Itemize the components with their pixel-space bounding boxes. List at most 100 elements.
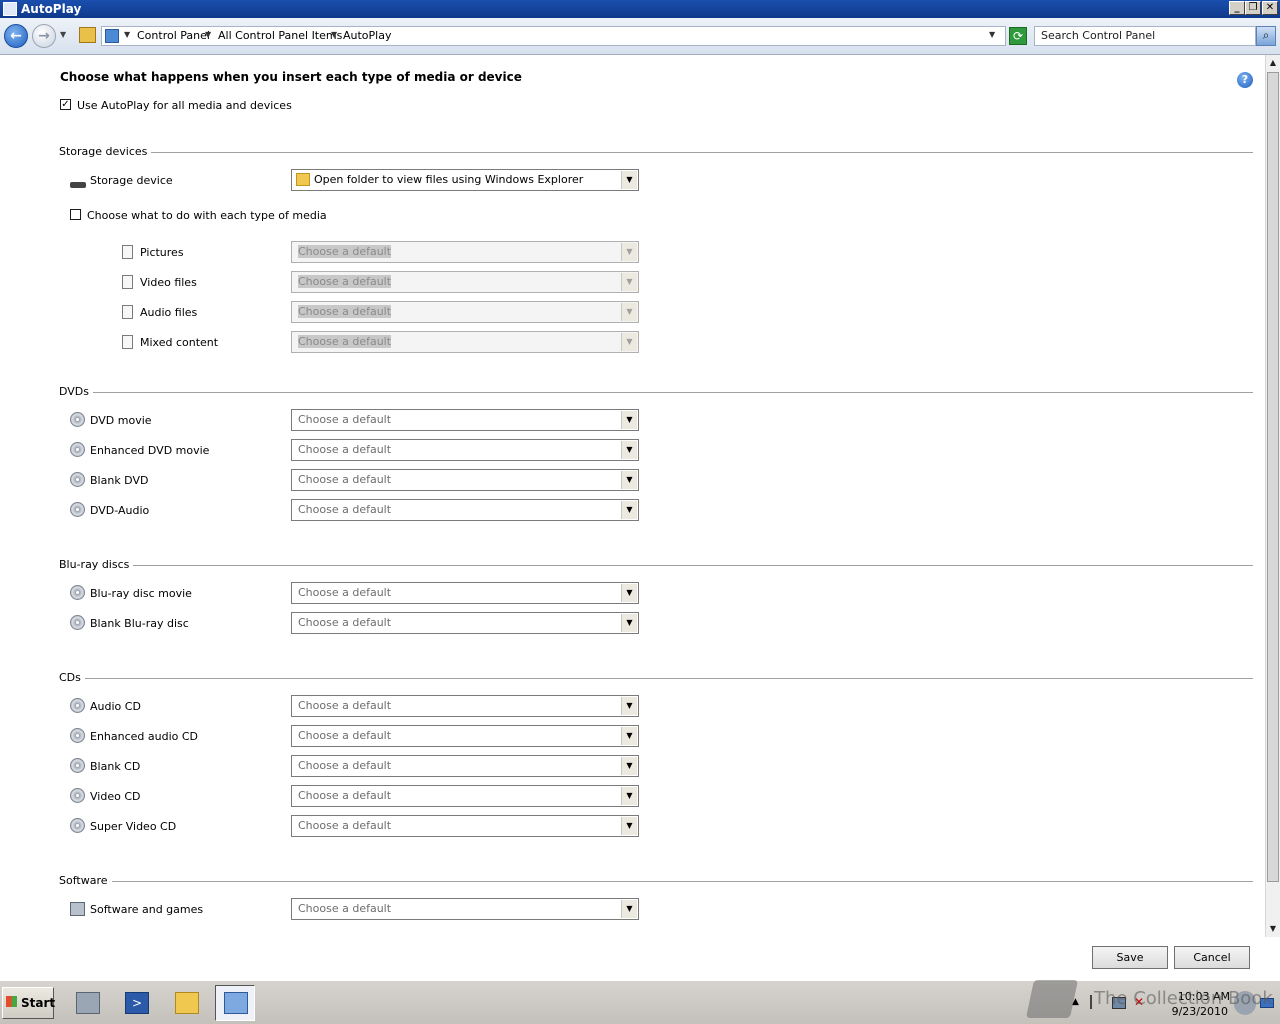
chevron-down-icon[interactable]: ▼ [621,584,637,602]
cancel-button[interactable]: Cancel [1174,946,1250,969]
chevron-down-icon[interactable]: ▼ [331,30,337,39]
address-history-dropdown-icon[interactable]: ▼ [989,30,995,39]
chevron-down-icon[interactable]: ▼ [621,697,637,715]
bluray-movie-label: Blu-ray disc movie [90,587,192,600]
choose-each-media-label: Choose what to do with each type of medi… [87,209,327,222]
scroll-up-icon[interactable]: ▲ [1266,55,1280,70]
scroll-down-icon[interactable]: ▼ [1266,921,1280,936]
dvd-icon [70,442,85,457]
blank-dvd-dropdown[interactable]: Choose a default ▼ [291,469,639,491]
mixed-content-icon [122,335,133,349]
dvd-movie-label: DVD movie [90,414,152,427]
section-divider [60,678,1253,679]
chevron-down-icon[interactable]: ▼ [621,614,637,632]
blank-bluray-dropdown[interactable]: Choose a default ▼ [291,612,639,634]
refresh-button[interactable]: ⟳ [1009,27,1027,45]
dropdown-value: Open folder to view files using Windows … [314,173,584,186]
watermark-book-icon [1025,980,1079,1018]
dvd-icon [70,412,85,427]
dropdown-value: Choose a default [298,586,392,599]
use-autoplay-checkbox[interactable]: ✓ [60,99,71,110]
chevron-down-icon[interactable]: ▼ [621,471,637,489]
video-files-label: Video files [140,276,197,289]
chevron-down-icon[interactable]: ▼ [205,30,211,39]
storage-device-dropdown[interactable]: Open folder to view files using Windows … [291,169,639,191]
up-folder-icon[interactable] [79,27,96,43]
breadcrumb-all-items[interactable]: All Control Panel Items [218,29,342,42]
taskbar-powershell[interactable]: > [116,985,156,1021]
dropdown-value: Choose a default [298,305,392,318]
chevron-down-icon: ▼ [621,333,637,351]
choose-each-media-checkbox[interactable] [70,209,81,220]
forward-button[interactable]: → [32,24,56,48]
audio-files-icon [122,305,133,319]
mixed-content-label: Mixed content [140,336,219,349]
drive-icon [70,182,86,188]
dropdown-value: Choose a default [298,699,392,712]
section-title-cds: CDs [59,671,85,684]
breadcrumb[interactable]: ▼ Control Panel ▼ All Control Panel Item… [101,26,1006,46]
save-button[interactable]: Save [1092,946,1168,969]
chevron-down-icon[interactable]: ▼ [621,817,637,835]
chevron-down-icon[interactable]: ▼ [621,787,637,805]
cd-icon [70,788,85,803]
video-cd-dropdown[interactable]: Choose a default ▼ [291,785,639,807]
chevron-down-icon[interactable]: ▼ [621,171,637,189]
video-cd-label: Video CD [90,790,141,803]
section-divider [60,152,1253,153]
chevron-down-icon[interactable]: ▼ [124,30,130,39]
blank-cd-label: Blank CD [90,760,141,773]
enhanced-audio-cd-dropdown[interactable]: Choose a default ▼ [291,725,639,747]
search-icon[interactable]: ⌕ [1256,26,1276,46]
chevron-down-icon[interactable]: ▼ [621,441,637,459]
dropdown-value: Choose a default [298,902,392,915]
pictures-dropdown[interactable]: Choose a default ▼ [291,241,639,263]
breadcrumb-control-panel[interactable]: Control Panel [137,29,210,42]
chevron-down-icon[interactable]: ▼ [621,501,637,519]
dvd-movie-dropdown[interactable]: Choose a default ▼ [291,409,639,431]
blank-cd-dropdown[interactable]: Choose a default ▼ [291,755,639,777]
storage-device-label: Storage device [90,174,173,187]
vertical-scrollbar[interactable]: ▲ ▼ [1265,55,1280,937]
mixed-content-dropdown[interactable]: Choose a default ▼ [291,331,639,353]
window-title: AutoPlay [21,2,82,16]
window-icon [3,2,17,16]
minimize-button[interactable]: _ [1229,1,1245,15]
breadcrumb-autoplay[interactable]: AutoPlay [343,29,391,42]
control-panel-icon [224,992,248,1014]
folder-icon [175,992,199,1014]
powershell-icon: > [125,992,149,1014]
restore-button[interactable]: ❐ [1245,1,1261,15]
dropdown-value: Choose a default [298,473,392,486]
super-video-cd-dropdown[interactable]: Choose a default ▼ [291,815,639,837]
chevron-down-icon[interactable]: ▼ [621,727,637,745]
dropdown-value: Choose a default [298,245,392,258]
chevron-down-icon[interactable]: ▼ [621,757,637,775]
bluray-icon [70,615,85,630]
dropdown-value: Choose a default [298,759,392,772]
section-divider [60,881,1253,882]
video-files-dropdown[interactable]: Choose a default ▼ [291,271,639,293]
audio-files-dropdown[interactable]: Choose a default ▼ [291,301,639,323]
help-icon[interactable]: ? [1237,72,1253,88]
back-button[interactable]: ← [4,24,28,48]
chevron-down-icon[interactable]: ▼ [621,900,637,918]
taskbar-server-manager[interactable] [67,985,107,1021]
recent-pages-dropdown-icon[interactable]: ▼ [60,30,66,39]
pictures-label: Pictures [140,246,184,259]
bluray-movie-dropdown[interactable]: Choose a default ▼ [291,582,639,604]
taskbar-explorer[interactable] [166,985,206,1021]
search-input[interactable]: Search Control Panel [1034,26,1256,46]
close-button[interactable]: ✕ [1262,1,1278,15]
software-games-dropdown[interactable]: Choose a default ▼ [291,898,639,920]
blank-dvd-label: Blank DVD [90,474,149,487]
chevron-down-icon[interactable]: ▼ [621,411,637,429]
audio-cd-dropdown[interactable]: Choose a default ▼ [291,695,639,717]
dvd-audio-dropdown[interactable]: Choose a default ▼ [291,499,639,521]
dropdown-value: Choose a default [298,443,392,456]
taskbar-control-panel[interactable] [215,985,255,1021]
scroll-thumb[interactable] [1267,72,1279,882]
enhanced-dvd-movie-dropdown[interactable]: Choose a default ▼ [291,439,639,461]
dropdown-value: Choose a default [298,789,392,802]
dropdown-value: Choose a default [298,335,392,348]
